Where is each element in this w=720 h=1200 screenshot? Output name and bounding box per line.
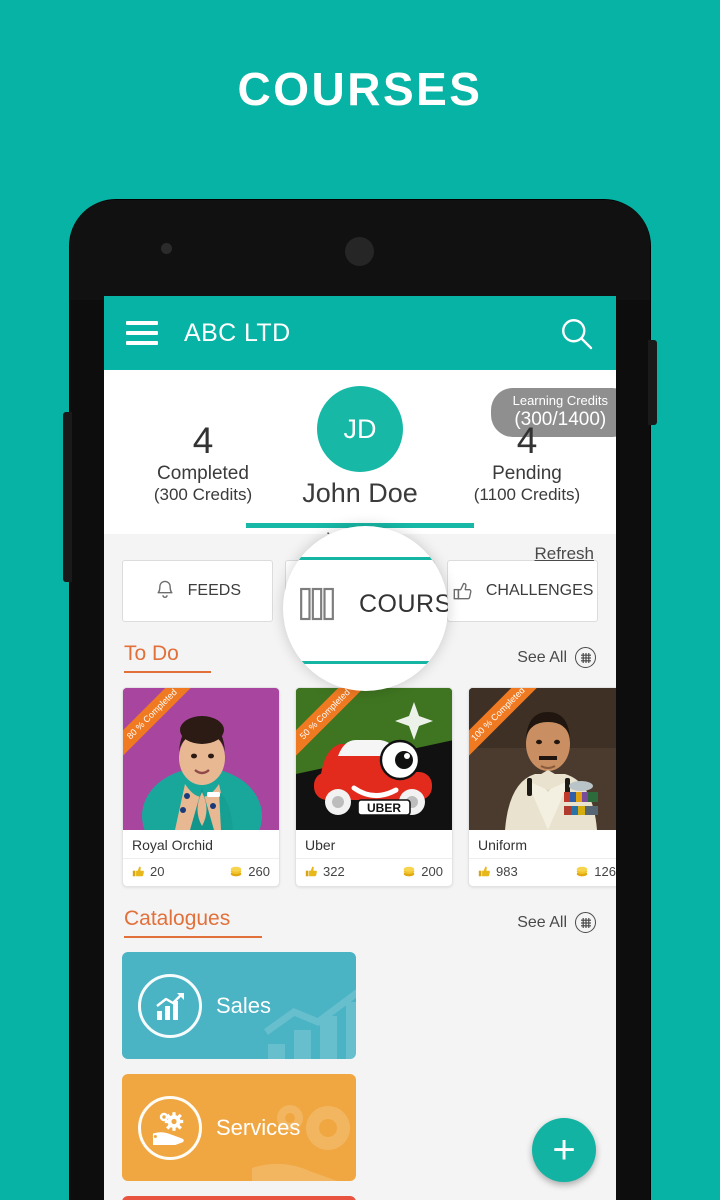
course-card-image: 100 % Completed	[469, 688, 616, 830]
app-screen: ABC LTD Learning Credits (300/1400) JD 4…	[104, 296, 616, 1200]
thumbs-up-icon	[305, 866, 317, 877]
todo-see-all-button[interactable]: See All	[517, 647, 596, 668]
user-name: John Doe	[302, 478, 418, 508]
course-likes-value: 983	[496, 864, 518, 879]
bell-icon	[157, 580, 173, 598]
todo-card-list: 80 % Completed Royal Orchid 20 260 UBER …	[104, 673, 616, 887]
phone-sensor-dot	[161, 243, 172, 254]
course-card[interactable]: 80 % Completed Royal Orchid 20 260	[122, 687, 280, 887]
completed-count: 4	[192, 420, 214, 461]
course-card-title: Royal Orchid	[123, 830, 279, 859]
catalogue-tile-behaviour[interactable]: Behaviour	[122, 1196, 356, 1200]
course-likes: 983	[478, 864, 518, 879]
course-coins-value: 126	[594, 864, 616, 879]
course-card-image: UBER 50 % Completed	[296, 688, 452, 830]
phone-volume-button[interactable]	[63, 412, 72, 582]
tab-feeds-label: FEEDS	[187, 582, 241, 599]
plus-icon: +	[552, 1128, 576, 1172]
hamburger-icon[interactable]	[126, 321, 158, 345]
coins-icon	[404, 866, 415, 877]
course-card-meta: 20 260	[123, 859, 279, 886]
grid-icon	[575, 912, 596, 933]
phone-camera-icon	[345, 237, 374, 266]
magnifier-overlay: COURSES	[283, 526, 448, 691]
course-card[interactable]: UBER 50 % Completed Uber 322 200	[295, 687, 453, 887]
course-coins-value: 260	[248, 864, 270, 879]
catalogue-label: Sales	[216, 992, 272, 1018]
tab-challenges[interactable]: CHALLENGES	[447, 560, 599, 622]
magnifier-content: COURSES	[297, 582, 448, 626]
search-icon[interactable]	[558, 315, 594, 351]
course-likes-value: 322	[323, 864, 345, 879]
profile-panel: Learning Credits (300/1400) JD 4 Complet…	[104, 370, 616, 544]
pending-count: 4	[516, 420, 538, 461]
course-card-meta: 322 200	[296, 859, 452, 886]
catalogues-see-all-label: See All	[517, 913, 567, 931]
phone-power-button[interactable]	[648, 340, 657, 425]
coins-icon	[231, 866, 242, 877]
course-card-meta: 983 126	[469, 859, 616, 886]
course-coins: 260	[229, 864, 270, 879]
credits-label: Learning Credits	[512, 393, 608, 408]
catalogues-section-header: Catalogues See All	[104, 887, 616, 938]
app-title: ABC LTD	[184, 318, 291, 347]
magnifier-line-top	[283, 557, 448, 560]
page-title: COURSES	[237, 63, 483, 115]
avatar[interactable]: JD	[317, 386, 403, 472]
catalogue-tile-services[interactable]: Services	[122, 1074, 356, 1181]
todo-see-all-label: See All	[517, 648, 567, 666]
refresh-button[interactable]: Refresh	[534, 544, 594, 564]
catalogues-title: Catalogues	[124, 907, 263, 938]
app-bar: ABC LTD	[104, 296, 616, 370]
course-card[interactable]: 100 % Completed Uniform 983 126	[468, 687, 616, 887]
magnifier-line-bottom	[283, 661, 448, 664]
gear-hand-icon	[138, 1095, 202, 1160]
course-coins-value: 200	[421, 864, 443, 879]
todo-title: To Do	[124, 642, 211, 673]
course-coins: 126	[575, 864, 616, 879]
coins-icon	[577, 866, 588, 877]
course-card-title: Uniform	[469, 830, 616, 859]
catalogues-see-all-button[interactable]: See All	[517, 912, 596, 933]
course-likes: 322	[305, 864, 345, 879]
catalogue-ghost-icon	[258, 986, 356, 1059]
thumbs-up-icon	[453, 582, 472, 600]
grid-icon	[575, 647, 596, 668]
magnifier-label: COURSES	[359, 589, 448, 618]
course-likes: 20	[132, 864, 164, 879]
bar-chart-growth-icon	[138, 973, 202, 1038]
catalogue-label: Services	[216, 1114, 301, 1140]
course-likes-value: 20	[150, 864, 165, 879]
thumbs-up-icon	[132, 866, 144, 877]
course-card-title: Uber	[296, 830, 452, 859]
course-card-image: 80 % Completed	[123, 688, 279, 830]
books-icon	[300, 587, 334, 621]
catalogue-tile-sales[interactable]: Sales	[122, 952, 356, 1059]
tab-challenges-label: CHALLENGES	[485, 582, 594, 599]
thumbs-up-icon	[478, 866, 490, 877]
tab-feeds[interactable]: FEEDS	[122, 560, 273, 622]
add-button[interactable]: +	[532, 1118, 596, 1182]
course-coins: 200	[402, 864, 443, 879]
avatar-initials: JD	[343, 413, 377, 444]
svg-text:UBER: UBER	[367, 801, 401, 815]
